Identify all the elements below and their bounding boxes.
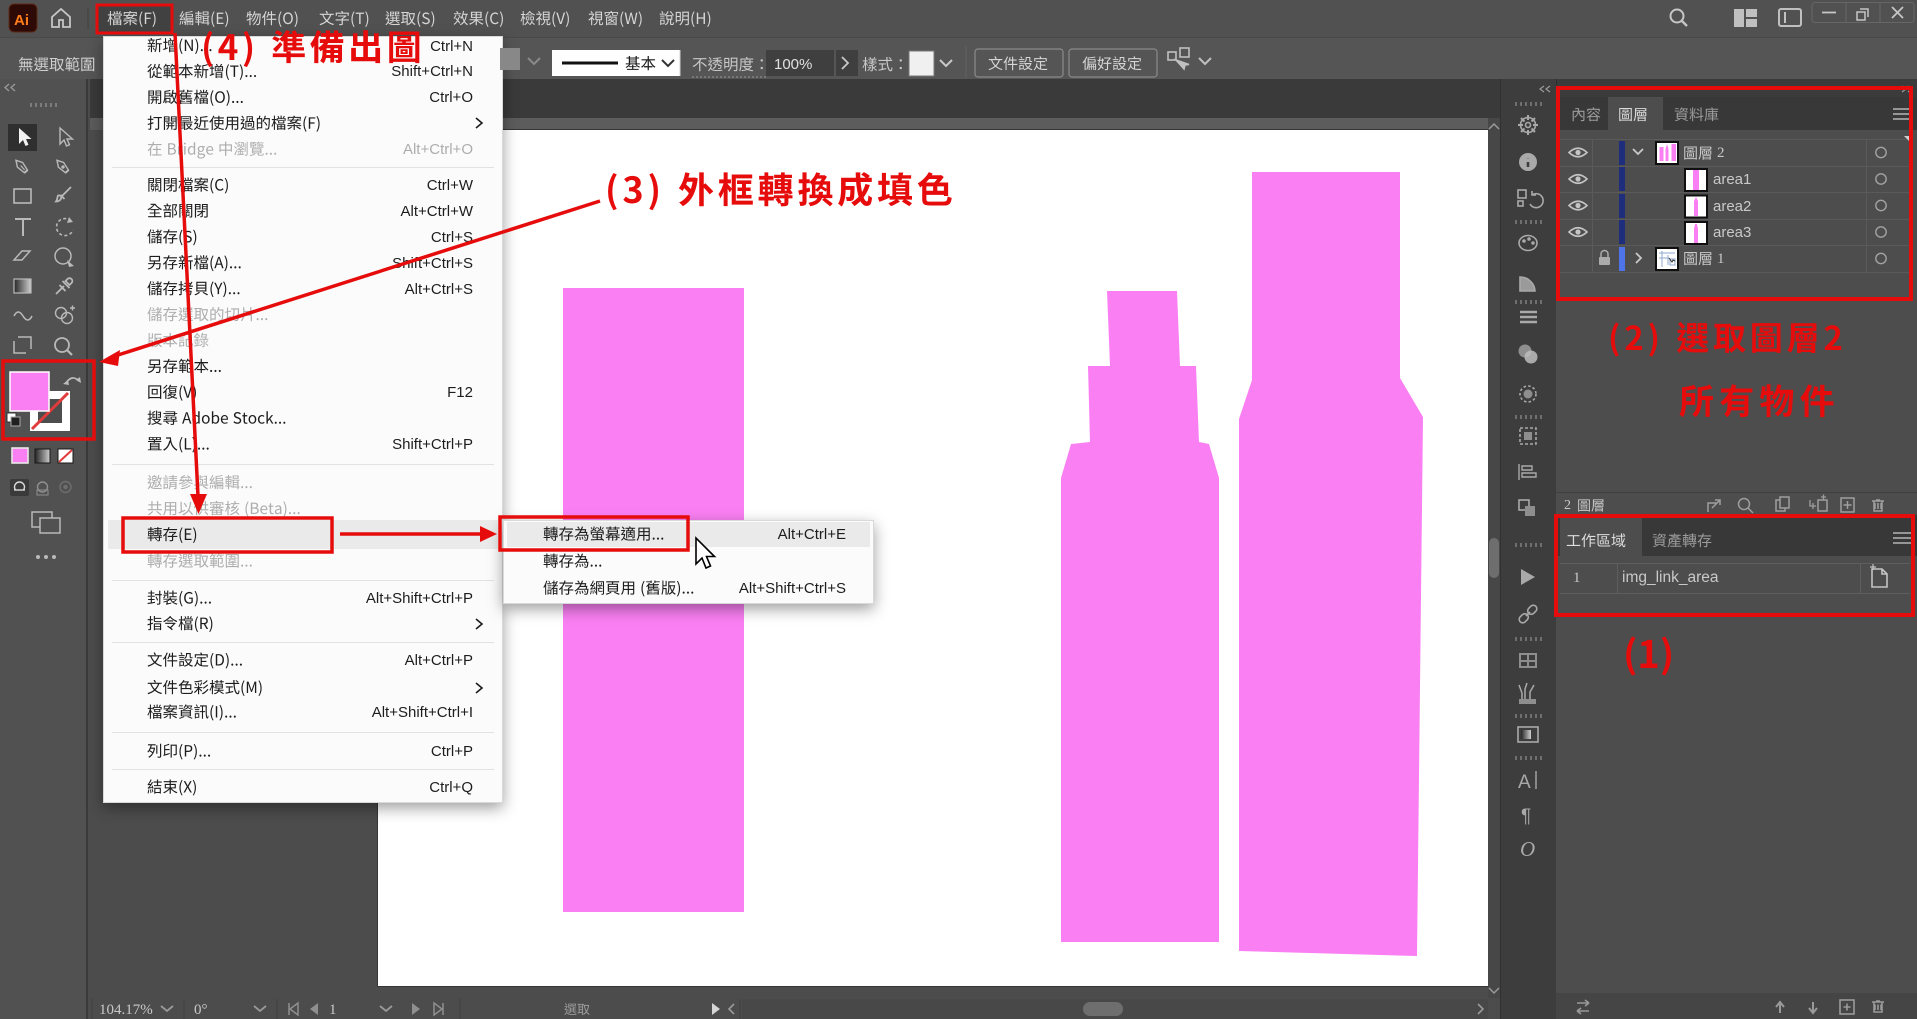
svg-text:¶: ¶ — [1521, 806, 1531, 827]
svg-text:Ai: Ai — [14, 12, 29, 29]
svg-text:A: A — [1518, 772, 1531, 793]
svg-text:O: O — [1520, 837, 1535, 861]
